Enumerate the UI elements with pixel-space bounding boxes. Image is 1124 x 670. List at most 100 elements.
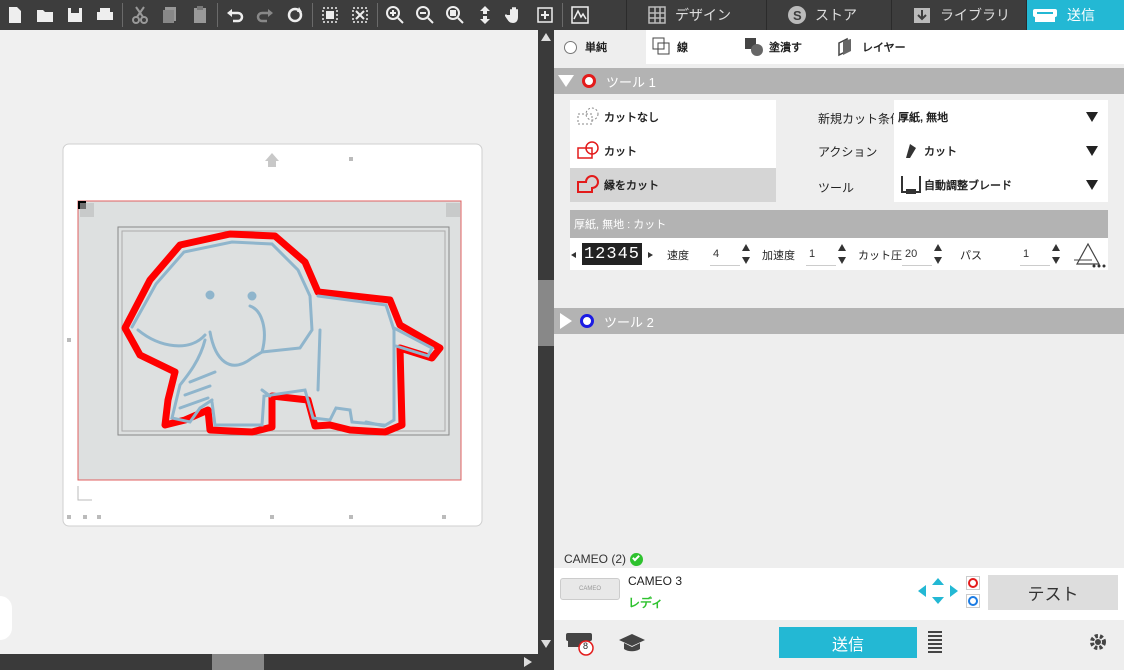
acceleration-label: 加速度 bbox=[762, 250, 795, 262]
zoom-out-icon[interactable] bbox=[410, 0, 440, 30]
tab-library[interactable]: ライブラリ bbox=[891, 0, 1026, 30]
option-no-cut[interactable]: カットなし bbox=[570, 100, 776, 134]
design-canvas[interactable] bbox=[0, 30, 538, 654]
option-cut-edge[interactable]: 縁をカット bbox=[570, 168, 776, 202]
svg-text:S: S bbox=[793, 8, 802, 23]
add-page-icon[interactable] bbox=[530, 0, 560, 30]
blade-left-arrow-icon[interactable] bbox=[571, 252, 576, 258]
tab-simple[interactable]: 単純 bbox=[554, 30, 646, 64]
speed-spinner[interactable] bbox=[741, 242, 751, 266]
save-icon[interactable] bbox=[60, 0, 90, 30]
toolbar-divider bbox=[562, 3, 563, 27]
blade-depth-display[interactable]: 12345 bbox=[582, 243, 642, 265]
tool2-select-button[interactable] bbox=[966, 594, 980, 608]
main-toolbar bbox=[0, 0, 626, 30]
main-tabs: デザイン S ストア ライブラリ 送信 bbox=[626, 0, 1124, 30]
force-spinner[interactable] bbox=[933, 242, 943, 266]
acceleration-spinner[interactable] bbox=[837, 242, 847, 266]
action-value: カット bbox=[924, 146, 957, 158]
material-select[interactable]: 厚紙, 無地 bbox=[894, 100, 1108, 134]
speed-label: 速度 bbox=[667, 250, 689, 262]
passes-input[interactable]: 1 bbox=[1020, 242, 1050, 266]
tool2-title: ツール 2 bbox=[604, 314, 654, 330]
new-file-icon[interactable] bbox=[0, 0, 30, 30]
overcut-icon[interactable] bbox=[1074, 240, 1106, 268]
select-all-icon[interactable] bbox=[315, 0, 345, 30]
tab-design-label: デザイン bbox=[675, 7, 731, 23]
zoom-in-icon[interactable] bbox=[380, 0, 410, 30]
dropdown-arrow-icon bbox=[1086, 180, 1098, 190]
grid-icon bbox=[648, 6, 666, 24]
option-cut-edge-label: 縁をカット bbox=[604, 180, 659, 192]
library-download-icon bbox=[914, 8, 930, 23]
redo-icon[interactable] bbox=[250, 0, 280, 30]
tab-simple-label: 単純 bbox=[585, 42, 607, 54]
acceleration-input[interactable]: 1 bbox=[806, 242, 836, 266]
autoblade-icon bbox=[901, 176, 921, 194]
test-button[interactable]: テスト bbox=[988, 575, 1118, 610]
zoom-select-icon[interactable] bbox=[440, 0, 470, 30]
settings-gear-icon[interactable] bbox=[1088, 632, 1108, 652]
option-cut-label: カット bbox=[604, 146, 637, 158]
speed-input[interactable]: 4 bbox=[710, 242, 740, 266]
tool1-select-button[interactable] bbox=[966, 576, 980, 590]
expand-triangle-icon[interactable] bbox=[560, 313, 572, 329]
cut-scissors-icon[interactable] bbox=[125, 0, 155, 30]
cutter-send-icon bbox=[1033, 9, 1057, 22]
tab-store[interactable]: S ストア bbox=[766, 0, 891, 30]
dropdown-arrow-icon bbox=[1086, 146, 1098, 156]
deselect-icon[interactable] bbox=[345, 0, 375, 30]
collapse-triangle-icon[interactable] bbox=[558, 75, 574, 87]
move-arrows-icon[interactable] bbox=[918, 578, 958, 604]
canvas-vertical-scrollbar[interactable] bbox=[538, 30, 554, 654]
option-cut[interactable]: カット bbox=[570, 134, 776, 168]
horizontal-scroll-thumb[interactable] bbox=[212, 654, 264, 670]
tool2-header[interactable]: ツール 2 bbox=[554, 308, 1124, 334]
tool-select[interactable]: 自動調整ブレード bbox=[894, 168, 1108, 202]
redraw-icon[interactable] bbox=[280, 0, 310, 30]
device-row[interactable]: CAMEO CAMEO 3 レディ テスト bbox=[554, 568, 1124, 620]
scroll-down-arrow-icon[interactable] bbox=[541, 640, 551, 648]
passes-label: パス bbox=[960, 250, 982, 262]
scroll-right-arrow-icon[interactable] bbox=[524, 657, 532, 667]
toolbar-divider bbox=[122, 3, 123, 27]
tab-send[interactable]: 送信 bbox=[1026, 0, 1124, 30]
fit-to-page-icon[interactable] bbox=[470, 0, 500, 30]
tab-line-label: 線 bbox=[677, 42, 688, 54]
tab-design[interactable]: デザイン bbox=[626, 0, 766, 30]
settings-header: 厚紙, 無地 : カット bbox=[570, 210, 1108, 238]
blade-right-arrow-icon[interactable] bbox=[648, 252, 653, 258]
open-folder-icon[interactable] bbox=[30, 0, 60, 30]
list-lines-icon[interactable] bbox=[928, 631, 942, 653]
send-button[interactable]: 送信 bbox=[779, 627, 917, 658]
scroll-up-arrow-icon[interactable] bbox=[541, 33, 551, 41]
tab-library-label: ライブラリ bbox=[940, 7, 1010, 23]
print-icon[interactable] bbox=[90, 0, 120, 30]
tab-line[interactable]: 線 bbox=[652, 30, 688, 64]
tab-layer-label: レイヤー bbox=[862, 42, 906, 54]
tool1-header[interactable]: ツール 1 bbox=[554, 68, 1124, 94]
action-select[interactable]: カット bbox=[894, 134, 1108, 168]
device-status: レディ bbox=[628, 596, 664, 610]
toolbar-divider bbox=[377, 3, 378, 27]
sketch-icon[interactable] bbox=[565, 0, 595, 30]
connected-check-icon bbox=[630, 552, 644, 566]
force-input[interactable]: 20 bbox=[902, 242, 932, 266]
paste-icon[interactable] bbox=[185, 0, 215, 30]
tool-value: 自動調整ブレード bbox=[924, 180, 1012, 192]
tab-layer[interactable]: レイヤー bbox=[836, 30, 906, 64]
canvas-horizontal-scrollbar[interactable] bbox=[0, 654, 554, 670]
toolbar-divider bbox=[312, 3, 313, 27]
graduation-cap-icon[interactable] bbox=[618, 632, 646, 654]
tool2-ring-icon bbox=[580, 314, 594, 328]
passes-spinner[interactable] bbox=[1051, 242, 1061, 266]
material-value: 厚紙, 無地 bbox=[898, 112, 949, 124]
toolbar-divider bbox=[217, 3, 218, 27]
send-queue-icon[interactable]: 8 bbox=[566, 630, 596, 661]
pan-hand-icon[interactable] bbox=[500, 0, 530, 30]
material-label: 新規カット条件 bbox=[818, 112, 903, 126]
copy-icon[interactable] bbox=[155, 0, 185, 30]
undo-icon[interactable] bbox=[220, 0, 250, 30]
tab-fill[interactable]: 塗潰す bbox=[744, 30, 802, 64]
vertical-scroll-thumb[interactable] bbox=[538, 280, 554, 346]
